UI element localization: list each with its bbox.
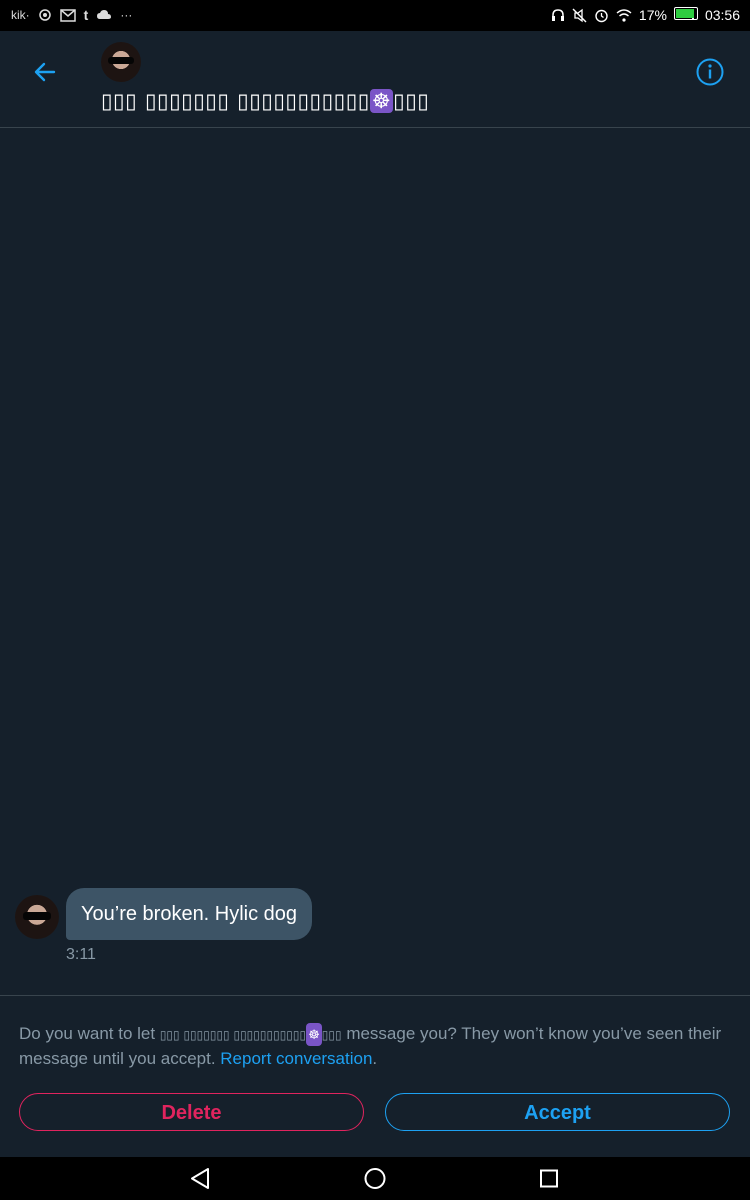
tumblr-icon: t [83,7,89,23]
request-prompt: Do you want to let ▯▯▯ ▯▯▯▯▯▯▯ ▯▯▯▯▯▯▯▯▯… [19,1023,722,1068]
home-circle-icon[interactable] [345,1157,405,1200]
delete-button[interactable]: Delete [19,1093,364,1131]
cloud-icon [97,10,112,19]
gmail-icon [59,8,76,22]
message-request-panel: Do you want to let ▯▯▯ ▯▯▯▯▯▯▯ ▯▯▯▯▯▯▯▯▯… [0,995,750,1158]
battery-percent: 17% [638,7,667,23]
more-notifications-icon: ··· [120,8,133,22]
recents-square-icon[interactable] [519,1157,579,1200]
alarm-icon [595,9,608,22]
status-bar: kik· t ··· 17% 03:56 [0,0,750,31]
headphones-icon [551,9,564,21]
avatar[interactable] [101,42,141,82]
system-navigation-bar [0,1157,750,1200]
info-icon[interactable] [695,57,725,87]
mention-icon [38,9,51,21]
wheel-of-dharma-emoji: ☸ [369,89,394,113]
clock: 03:56 [704,7,740,23]
mute-icon [572,8,587,22]
sender-name: ▯▯▯ ▯▯▯▯▯▯▯ ▯▯▯▯▯▯▯▯▯▯▯ [159,1028,307,1042]
notification-icons: kik· t ··· [11,7,132,23]
message-timestamp: 3:11 [66,946,96,963]
wifi-icon [616,8,632,22]
contact-name[interactable]: ▯▯▯ ▯▯▯▯▯▯▯ ▯▯▯▯▯▯▯▯▯▯▯☸▯▯▯ [101,89,429,113]
wheel-of-dharma-emoji: ☸ [306,1023,322,1046]
message-thread[interactable] [0,128,750,994]
kik-icon: kik· [11,8,30,22]
report-conversation-link[interactable]: Report conversation [220,1049,372,1068]
accept-button[interactable]: Accept [385,1093,730,1131]
system-icons: 17% 03:56 [551,7,740,23]
conversation-header: ▯▯▯ ▯▯▯▯▯▯▯ ▯▯▯▯▯▯▯▯▯▯▯☸▯▯▯ [0,31,750,128]
back-triangle-icon[interactable] [170,1157,230,1200]
sender-avatar[interactable] [15,895,59,939]
arrow-left-icon[interactable] [28,55,62,89]
message-bubble[interactable]: You’re broken. Hylic dog [66,888,313,940]
battery-icon [673,7,698,23]
